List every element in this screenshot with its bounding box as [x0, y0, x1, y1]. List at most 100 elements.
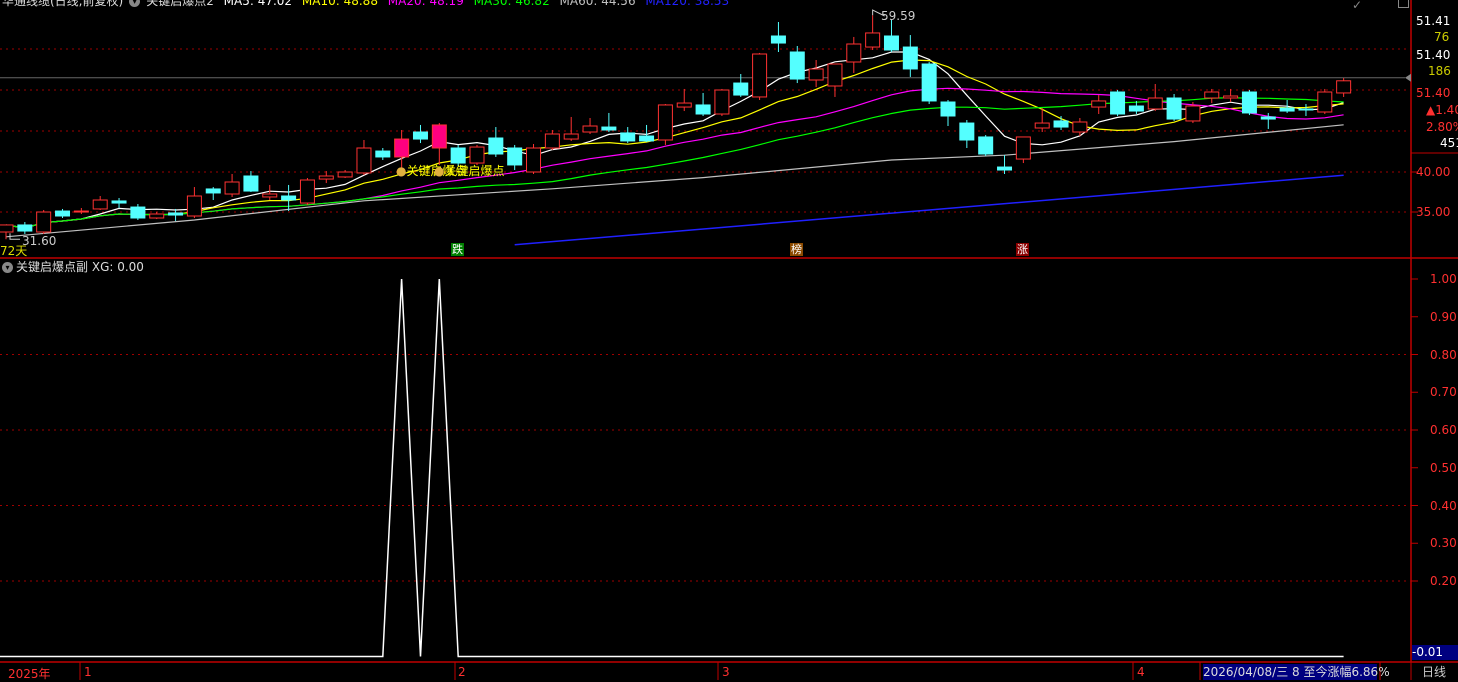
signal-candle: [394, 138, 410, 158]
candle: [733, 82, 749, 96]
candle: [1279, 107, 1295, 112]
ma30-label: MA30: 46.82: [473, 0, 550, 8]
date-info-box: 2026/04/08/三 8 至今涨幅6.86%: [1203, 664, 1390, 680]
candle: [601, 126, 617, 131]
marker-die[interactable]: 跌: [451, 243, 464, 256]
high-price-label: 59.59: [881, 9, 916, 23]
candle: [469, 146, 485, 164]
candle: [1053, 120, 1069, 128]
candle: [883, 35, 899, 51]
candle: [544, 133, 560, 149]
candle: [657, 104, 673, 141]
stock-title: 华通线缆(日线,前复权): [2, 0, 124, 8]
ma120-label: MA120: 38.53: [645, 0, 730, 8]
candle: [676, 102, 692, 108]
candle: [281, 195, 297, 201]
month-label-3: 3: [722, 665, 730, 679]
candle: [978, 136, 994, 155]
ma5-label: MA5: 47.02: [223, 0, 293, 8]
window-icon[interactable]: [1398, 0, 1409, 8]
chart-header: 华通线缆(日线,前复权) ▾ 关键启爆点2 MA5: 47.02 MA10: 48.…: [2, 0, 735, 8]
candle: [1260, 116, 1276, 120]
candle: [1223, 95, 1239, 99]
candle: [412, 131, 428, 140]
days-label: 72天: [0, 244, 28, 258]
candle: [563, 133, 579, 140]
candle: [921, 63, 937, 102]
candle: [243, 175, 259, 192]
xg-line: [0, 278, 1344, 658]
candle: [808, 68, 824, 81]
marker-zhang[interactable]: 涨: [1016, 243, 1029, 256]
candle: [73, 210, 89, 213]
candle: [1317, 91, 1333, 113]
candle: [1166, 97, 1182, 120]
candle: [149, 213, 165, 219]
candle: [827, 63, 843, 87]
sub-y-tick-label: 0.30: [1430, 536, 1457, 551]
candle: [0, 224, 14, 233]
check-icon[interactable]: ✓: [1352, 0, 1362, 12]
rp-change: ▲1.40: [1426, 103, 1458, 117]
y-tick-40: 40.00: [1416, 165, 1451, 179]
candle: [902, 46, 918, 70]
candle: [17, 224, 33, 232]
indicator-name[interactable]: 关键启爆点2: [146, 0, 214, 8]
sub-y-tick-label: 0.50: [1430, 460, 1457, 475]
candle: [318, 175, 334, 180]
moneybag-icon: ●: [396, 164, 407, 178]
candle: [299, 179, 315, 204]
candle: [205, 188, 221, 194]
candle: [714, 89, 730, 115]
candle: [92, 199, 108, 210]
candle: [186, 195, 202, 217]
candle: [1091, 100, 1107, 108]
candle: [507, 147, 523, 166]
month-label-4: 4: [1137, 665, 1145, 679]
sub-y-tick-label: 0.20: [1430, 574, 1457, 588]
marker-bang[interactable]: 榜: [790, 243, 803, 256]
ma60-line: [5, 124, 1344, 238]
candle: [940, 101, 956, 117]
candle: [168, 212, 184, 216]
candle: [1128, 105, 1144, 112]
rp-price: 51.40: [1416, 86, 1451, 100]
signal-candle: [431, 124, 447, 149]
chart-canvas[interactable]: [0, 0, 1458, 680]
period-button[interactable]: 日线: [1422, 665, 1446, 679]
candle: [262, 193, 278, 198]
sub-indicator-name[interactable]: 关键启爆点副: [16, 260, 88, 274]
sub-panel-header: ▾ 关键启爆点副 XG: 0.00: [2, 260, 144, 274]
ma120-line: [514, 174, 1344, 246]
candle: [695, 104, 711, 115]
rp-value-3: 51.40: [1416, 48, 1451, 62]
ma60-label: MA60: 44.56: [559, 0, 636, 8]
candle: [1015, 136, 1031, 160]
candle: [846, 43, 862, 63]
candle: [752, 53, 768, 98]
candle: [620, 132, 636, 142]
candle: [526, 147, 542, 173]
ma10-label: MA10: 48.88: [301, 0, 378, 8]
rp-value-8: 451: [1440, 136, 1458, 150]
candle: [1034, 122, 1050, 129]
rp-value-4: 186: [1428, 64, 1451, 78]
sub-y-tick-label: 0.90: [1430, 309, 1457, 324]
candle: [488, 137, 504, 155]
candle: [1072, 121, 1088, 133]
moneybag-icon: ●: [434, 164, 445, 178]
dropdown-circle-icon[interactable]: ▾: [129, 0, 141, 7]
candle: [639, 135, 655, 142]
candle: [36, 211, 52, 233]
y-tick-35: 35.00: [1416, 205, 1451, 219]
candle: [959, 122, 975, 141]
candle: [224, 181, 240, 195]
current-price-arrow: [1405, 73, 1411, 82]
candle: [1185, 105, 1201, 122]
candle: [450, 147, 466, 164]
dropdown-circle-icon[interactable]: ▾: [2, 262, 13, 273]
ma20-label: MA20: 48.19: [387, 0, 464, 8]
candle: [111, 200, 127, 204]
candle: [770, 35, 786, 44]
rp-value-2: 76: [1434, 30, 1450, 44]
